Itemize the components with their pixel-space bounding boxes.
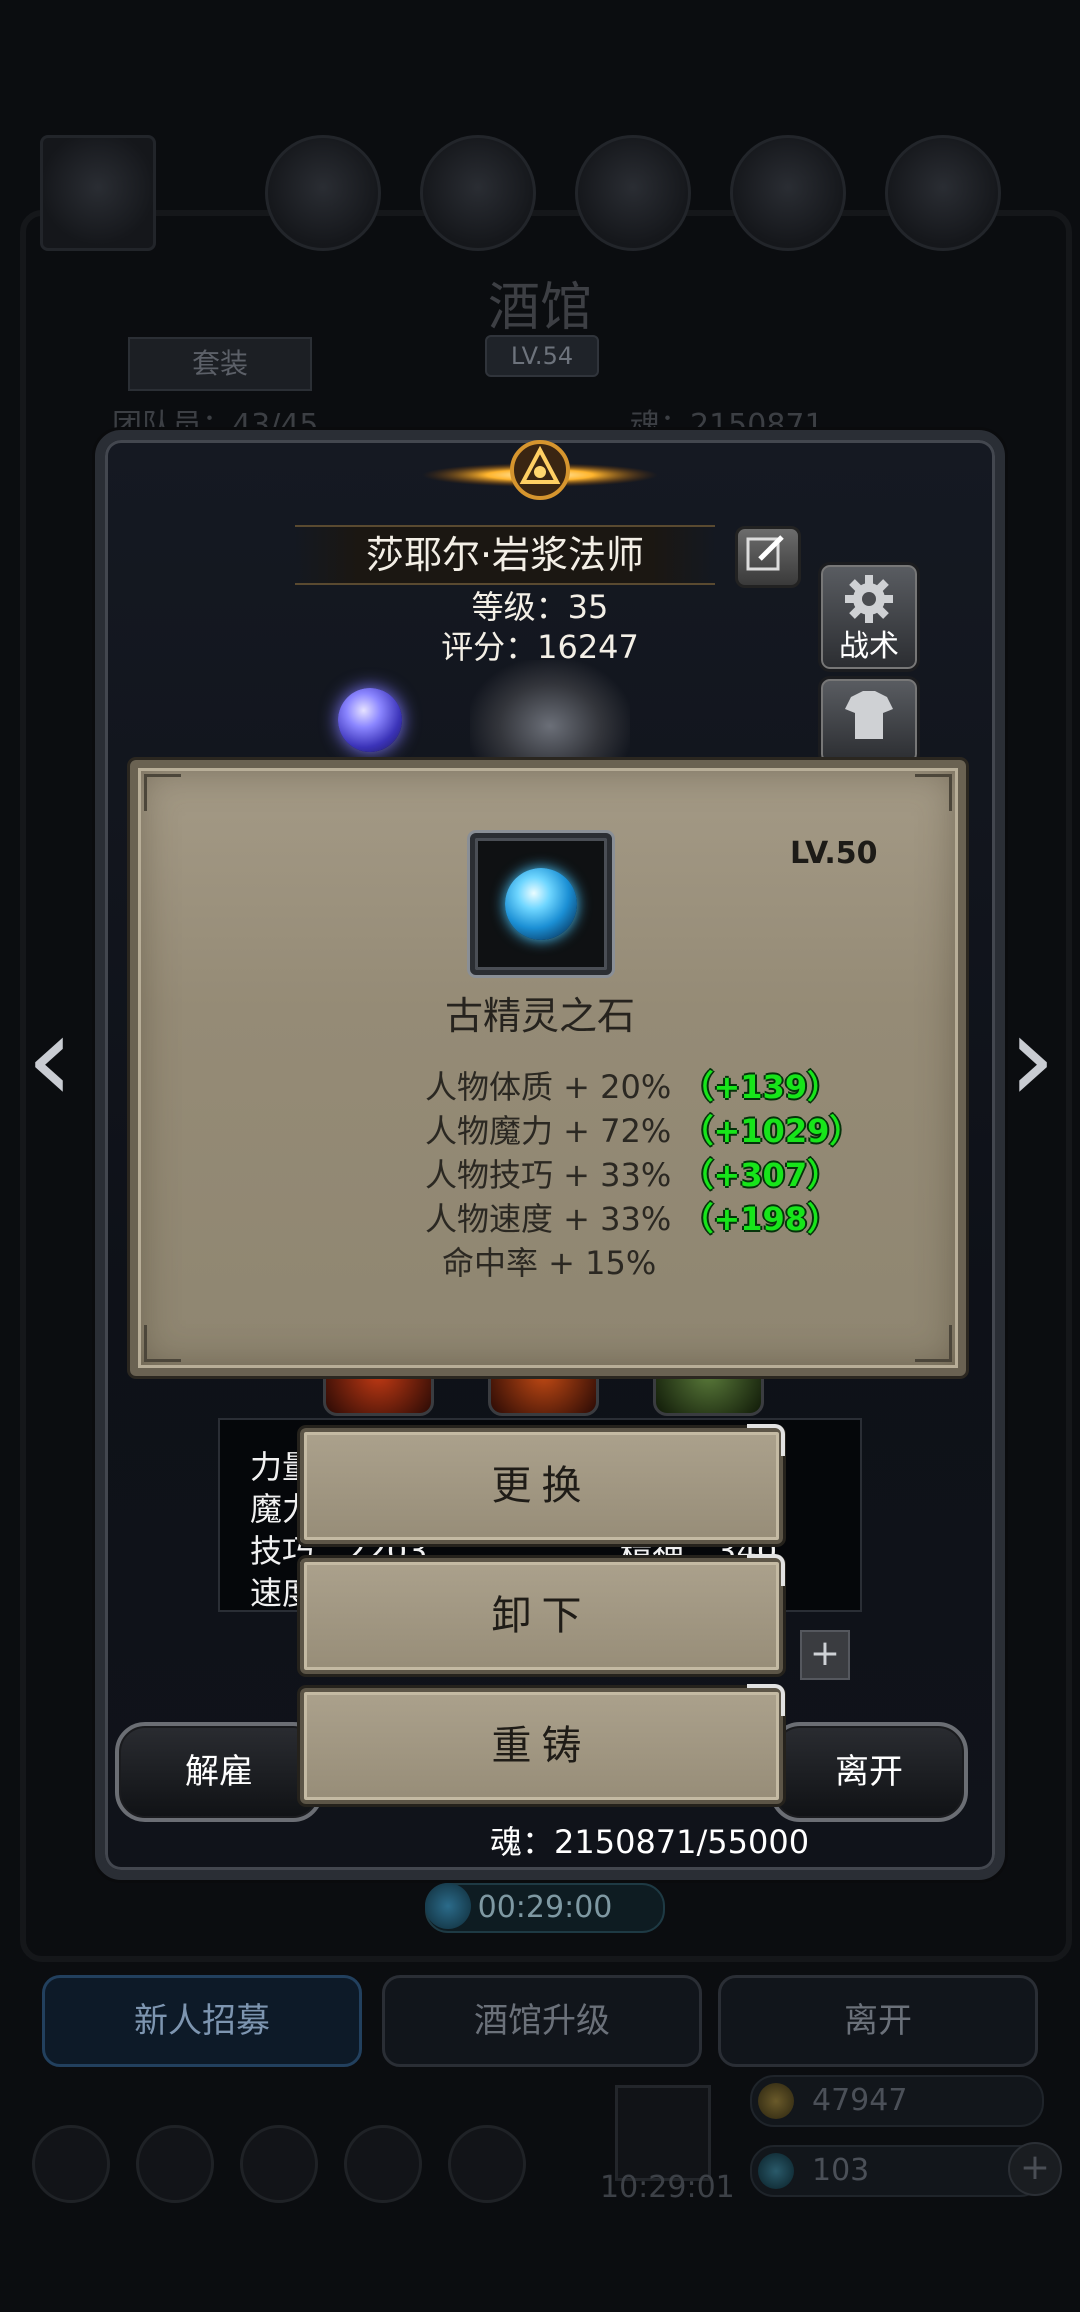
ancient-elf-stone-icon (505, 868, 577, 940)
equip-slot-1[interactable] (323, 1370, 434, 1416)
add-currency-icon[interactable]: + (1008, 2142, 1062, 2196)
shirt-icon (845, 691, 893, 739)
weapon-icon[interactable] (265, 135, 381, 251)
equip-slot-2[interactable] (488, 1370, 599, 1416)
item-stat-text: 人物速度 + 33% (425, 1200, 672, 1238)
button-corner-ornament (747, 1554, 785, 1586)
bottom-nav-icon-5[interactable] (448, 2125, 526, 2203)
item-stat-text: 人物技巧 + 33% (425, 1156, 672, 1194)
tavern-upgrade-button[interactable]: 酒馆升级 (382, 1975, 702, 2067)
replace-button[interactable]: 更换 (300, 1424, 785, 1544)
item-stat-bonus: （+307） (681, 1156, 840, 1194)
button-corner-ornament (747, 1684, 785, 1716)
replace-label: 更换 (491, 1463, 592, 1509)
gear-icon (845, 575, 893, 623)
popup-corner-ornament (915, 774, 952, 811)
item-stat-line: 命中率 + 15% (442, 1238, 656, 1284)
gem-amount: 103 (812, 2153, 870, 2188)
gift-timer: 10:29:01 (600, 2170, 735, 2205)
chest-icon[interactable] (420, 135, 536, 251)
item-level: LV.50 (790, 836, 878, 871)
bottom-nav-icon-3[interactable] (240, 2125, 318, 2203)
edit-name-button[interactable] (735, 526, 801, 588)
tavern-title: 酒馆 (487, 278, 592, 338)
gold-coin-icon (758, 2083, 794, 2119)
sun-emblem-icon (422, 440, 658, 500)
hammer-icon[interactable] (885, 135, 1001, 251)
gold-resource: 47947 (750, 2075, 1044, 2127)
item-stat-line: 人物魔力 + 72% （+1029） (425, 1106, 861, 1152)
item-stat-text: 人物魔力 + 72% (425, 1112, 672, 1150)
item-stat-text: 人物体质 + 20% (425, 1068, 672, 1106)
skin-button[interactable] (818, 676, 920, 766)
book-icon[interactable] (575, 135, 691, 251)
popup-corner-ornament (144, 774, 181, 811)
recruit-button[interactable]: 新人招募 (42, 1975, 362, 2067)
unequip-button[interactable]: 卸下 (300, 1554, 785, 1674)
gem-currency-icon (758, 2153, 794, 2189)
item-stat-text: 命中率 + 15% (442, 1244, 657, 1282)
add-stat-button[interactable]: + (800, 1630, 850, 1680)
tactics-label: 战术 (839, 629, 899, 664)
pencil-icon (746, 535, 784, 571)
item-name: 古精灵之石 (444, 994, 635, 1038)
bottom-nav-icon-1[interactable] (32, 2125, 110, 2203)
item-stat-bonus: （+198） (681, 1200, 840, 1238)
popup-corner-ornament (144, 1325, 181, 1362)
recast-button[interactable]: 重铸 (300, 1684, 785, 1804)
item-stat-line: 人物技巧 + 33% （+307） (425, 1150, 839, 1196)
prev-hero-arrow[interactable]: ‹ (10, 1000, 90, 1120)
gold-amount: 47947 (812, 2083, 908, 2118)
gem-resource: 103 (750, 2145, 1044, 2197)
top-icon-bar (40, 135, 1040, 255)
popup-corner-ornament (915, 1325, 952, 1362)
recast-label: 重铸 (491, 1723, 592, 1769)
next-hero-arrow[interactable]: › (992, 1000, 1072, 1120)
dismiss-button[interactable]: 解雇 (115, 1722, 323, 1822)
bottom-nav-icon-4[interactable] (344, 2125, 422, 2203)
hero-portrait (470, 660, 630, 770)
element-orb-icon (338, 688, 402, 752)
soul-cost: 魂：2150871/55000 (490, 1823, 810, 1861)
item-stat-bonus: （+1029） (681, 1112, 862, 1150)
tavern-level: LV.54 (485, 335, 599, 377)
item-stat-bonus: （+139） (681, 1068, 840, 1106)
leave-tavern-button[interactable]: 离开 (718, 1975, 1038, 2067)
unequip-label: 卸下 (491, 1593, 592, 1639)
item-stat-line: 人物体质 + 20% （+139） (425, 1062, 839, 1108)
tactics-button[interactable]: 战术 (818, 562, 920, 672)
timer-icon (425, 1883, 471, 1929)
set-tab[interactable]: 套装 (128, 337, 312, 391)
leave-hero-button[interactable]: 离开 (770, 1722, 968, 1822)
item-stat-line: 人物速度 + 33% （+198） (425, 1194, 839, 1240)
menu-icon[interactable] (40, 135, 156, 251)
hand-icon[interactable] (730, 135, 846, 251)
hero-name: 莎耶尔·岩浆法师 (295, 525, 715, 585)
equip-slot-3[interactable] (653, 1370, 764, 1416)
button-corner-ornament (747, 1424, 785, 1456)
bottom-nav-icon-2[interactable] (136, 2125, 214, 2203)
gift-box-icon[interactable] (615, 2085, 711, 2181)
